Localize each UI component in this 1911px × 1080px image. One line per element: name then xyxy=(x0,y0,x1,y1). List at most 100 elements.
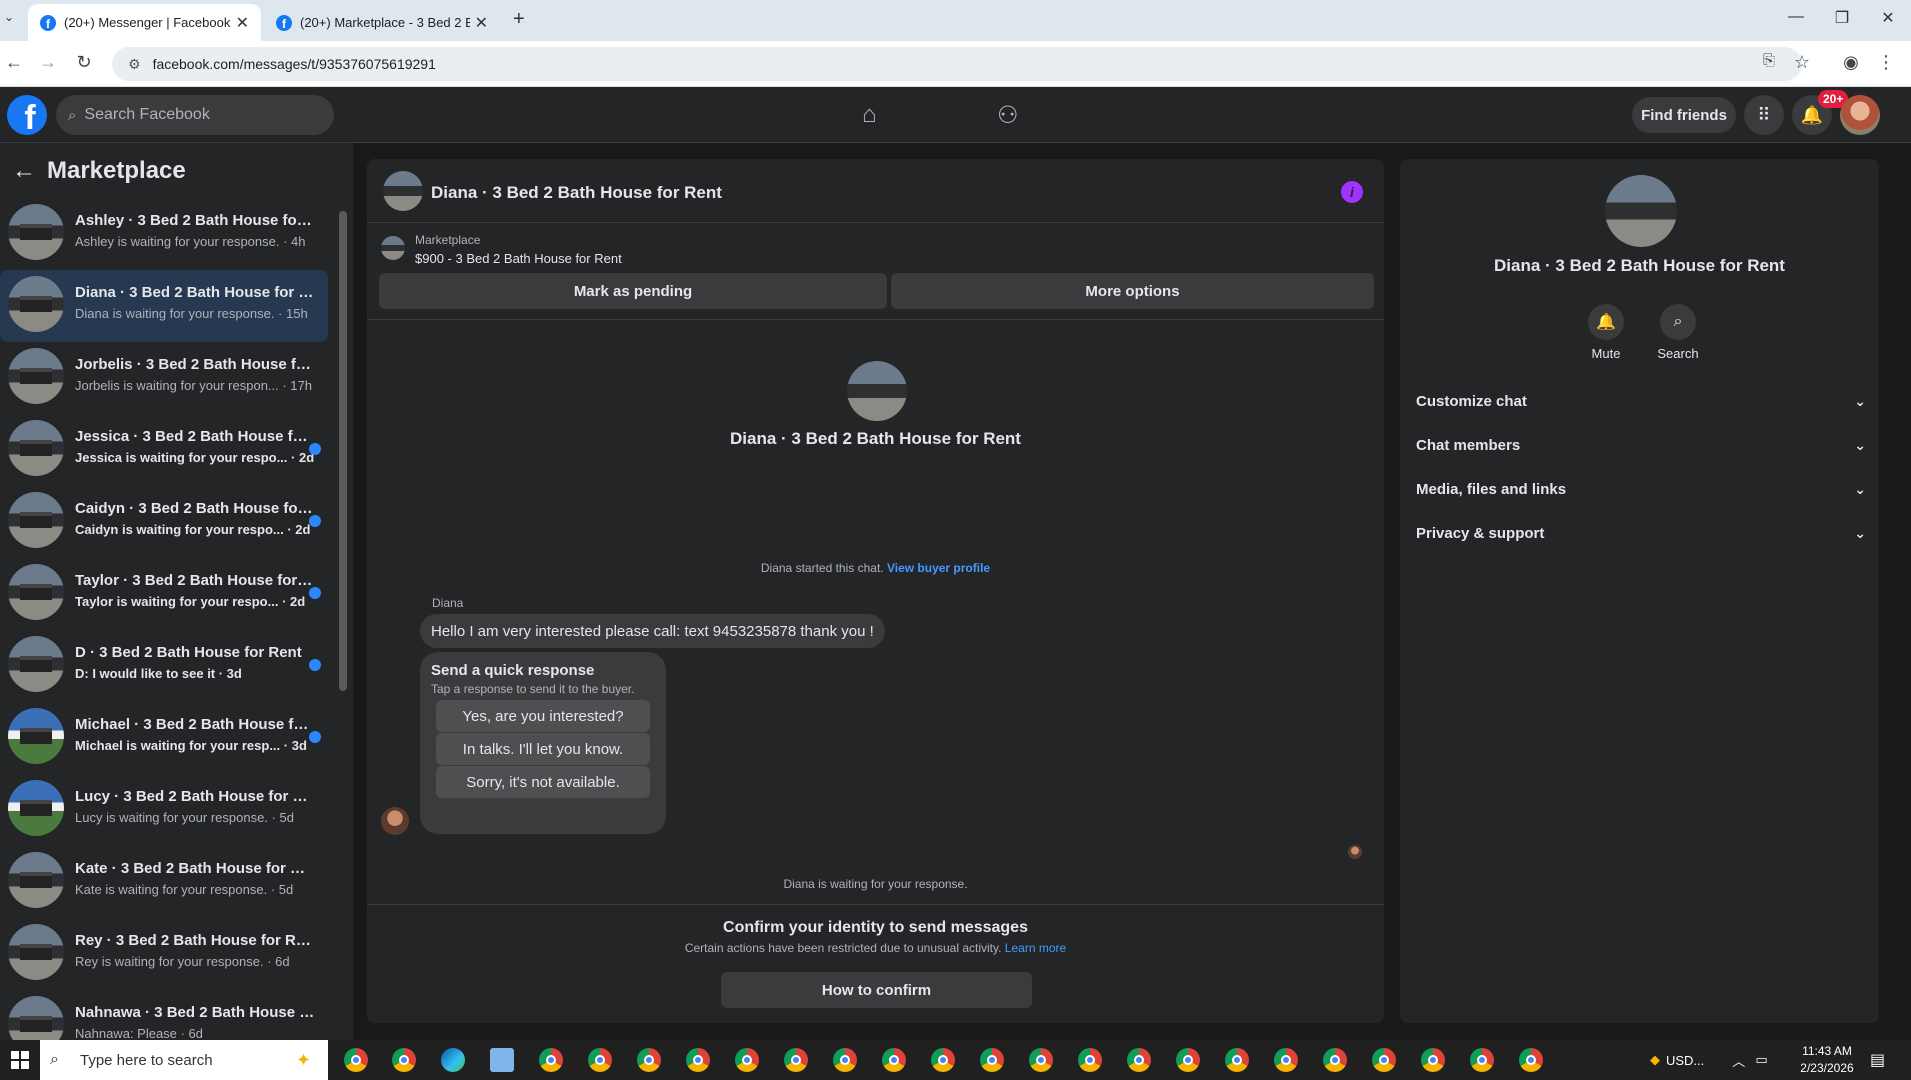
minimize-icon[interactable]: — xyxy=(1776,8,1816,26)
menu-dots-icon[interactable]: ⋮ xyxy=(1874,52,1898,73)
conversation-item[interactable]: Ashley · 3 Bed 2 Bath House for Rent Ashl… xyxy=(0,198,328,270)
taskbar-chrome-icon[interactable] xyxy=(1421,1048,1445,1072)
mark-as-pending-button[interactable]: Mark as pending xyxy=(379,273,887,309)
tab-list-chevron-icon[interactable]: ⌄ xyxy=(4,10,14,24)
conversation-item[interactable]: Rey · 3 Bed 2 Bath House for Rent Rey is … xyxy=(0,918,328,990)
currency-widget[interactable]: USD... xyxy=(1666,1053,1704,1068)
taskbar-chrome-icon[interactable] xyxy=(1372,1048,1396,1072)
section-label: Customize chat xyxy=(1416,392,1527,410)
taskbar-search-input[interactable]: ⌕ Type here to search ✦ xyxy=(40,1040,328,1080)
sender-avatar[interactable] xyxy=(381,807,409,835)
conversation-preview: Diana is waiting for your response. · 15… xyxy=(75,306,308,321)
conversation-item[interactable]: Jessica · 3 Bed 2 Bath House for Rent Jes… xyxy=(0,414,328,486)
taskbar-chrome-icon[interactable] xyxy=(833,1048,857,1072)
close-tab-icon[interactable]: ✕ xyxy=(475,13,488,33)
conversation-name: Caidyn · 3 Bed 2 Bath House for Rent xyxy=(75,500,315,517)
account-avatar[interactable] xyxy=(1840,95,1880,135)
home-icon[interactable]: ⌂ xyxy=(862,101,877,129)
profile-icon[interactable]: ◉ xyxy=(1839,52,1863,73)
taskbar-chrome-icon[interactable] xyxy=(980,1048,1004,1072)
learn-more-link[interactable]: Learn more xyxy=(1005,941,1066,955)
currency-widget-icon[interactable]: ◆ xyxy=(1650,1052,1660,1068)
customize-chat-section[interactable]: Customize chat ⌄ xyxy=(1416,383,1866,419)
taskbar-chrome-icon[interactable] xyxy=(1323,1048,1347,1072)
privacy-support-section[interactable]: Privacy & support ⌄ xyxy=(1416,515,1866,551)
tab-marketplace[interactable]: f (20+) Marketplace - 3 Bed 2 Ba ✕ xyxy=(264,4,500,41)
taskbar-chrome-icon[interactable] xyxy=(344,1048,368,1072)
taskbar-chrome-icon[interactable] xyxy=(1127,1048,1151,1072)
find-friends-button[interactable]: Find friends xyxy=(1632,97,1736,133)
listing-thumbnail[interactable] xyxy=(383,171,423,211)
forward-icon[interactable]: → xyxy=(36,52,60,73)
conversation-item[interactable]: Kate · 3 Bed 2 Bath House for Rent Kate i… xyxy=(0,846,328,918)
friends-icon[interactable]: ⚇ xyxy=(997,101,1019,130)
facebook-search-input[interactable]: ⌕ Search Facebook xyxy=(56,95,334,135)
conversation-item[interactable]: Jorbelis · 3 Bed 2 Bath House for Rent Jo… xyxy=(0,342,328,414)
listing-price-title[interactable]: $900 - 3 Bed 2 Bath House for Rent xyxy=(415,251,622,266)
taskbar-chrome-icon[interactable] xyxy=(784,1048,808,1072)
info-icon[interactable]: i xyxy=(1341,181,1363,203)
more-options-button[interactable]: More options xyxy=(891,273,1374,309)
message-bubble[interactable]: Hello I am very interested please call: … xyxy=(420,614,885,648)
taskbar-chrome-icon[interactable] xyxy=(686,1048,710,1072)
taskbar-chrome-icon[interactable] xyxy=(392,1048,416,1072)
taskbar-chrome-icon[interactable] xyxy=(931,1048,955,1072)
taskbar-chrome-icon[interactable] xyxy=(588,1048,612,1072)
conversation-item[interactable]: Caidyn · 3 Bed 2 Bath House for Rent Caid… xyxy=(0,486,328,558)
new-tab-icon[interactable]: + xyxy=(513,8,525,31)
taskbar-chrome-icon[interactable] xyxy=(735,1048,759,1072)
waiting-status: Diana is waiting for your response. xyxy=(783,877,968,891)
back-arrow-icon[interactable]: ← xyxy=(12,157,36,185)
close-tab-icon[interactable]: ✕ xyxy=(236,13,249,33)
taskbar-notes-icon[interactable] xyxy=(490,1048,514,1072)
taskbar-chrome-icon[interactable] xyxy=(1225,1048,1249,1072)
chat-title[interactable]: Diana · 3 Bed 2 Bath House for Rent xyxy=(431,183,722,203)
confirm-identity-title: Confirm your identity to send messages xyxy=(723,919,1028,936)
menu-grid-icon[interactable]: ⠿ xyxy=(1744,95,1784,135)
tab-messenger[interactable]: f (20+) Messenger | Facebook ✕ xyxy=(28,4,261,41)
media-files-links-section[interactable]: Media, files and links ⌄ xyxy=(1416,471,1866,507)
tray-chevron-icon[interactable]: ︿ xyxy=(1732,1051,1745,1070)
chevron-down-icon: ⌄ xyxy=(1854,480,1866,497)
taskbar-chrome-icon[interactable] xyxy=(1274,1048,1298,1072)
conversation-item[interactable]: Taylor · 3 Bed 2 Bath House for Rent Tayl… xyxy=(0,558,328,630)
taskbar-chrome-icon[interactable] xyxy=(1029,1048,1053,1072)
conversation-preview: Caidyn is waiting for your respo... · 2d xyxy=(75,522,311,537)
quick-reply-button[interactable]: In talks. I'll let you know. xyxy=(436,733,650,765)
how-to-confirm-button[interactable]: How to confirm xyxy=(721,972,1032,1008)
close-window-icon[interactable]: ✕ xyxy=(1868,8,1908,28)
conversation-item[interactable]: Michael · 3 Bed 2 Bath House for Rent Mic… xyxy=(0,702,328,774)
taskbar-chrome-icon[interactable] xyxy=(539,1048,563,1072)
reload-icon[interactable]: ↻ xyxy=(72,52,96,73)
taskbar-edge-icon[interactable] xyxy=(441,1048,465,1072)
conversation-item[interactable]: D · 3 Bed 2 Bath House for Rent D: I woul… xyxy=(0,630,328,702)
bookmark-star-icon[interactable]: ☆ xyxy=(1790,52,1814,73)
windows-start-icon[interactable] xyxy=(0,1040,40,1080)
bell-icon: 🔔 xyxy=(1588,304,1624,340)
back-icon[interactable]: ← xyxy=(2,52,26,73)
conversation-thumbnail xyxy=(8,348,64,404)
conversation-item[interactable]: Diana · 3 Bed 2 Bath House for Rent Diana… xyxy=(0,270,328,342)
taskbar-chrome-icon[interactable] xyxy=(1078,1048,1102,1072)
taskbar-chrome-icon[interactable] xyxy=(1176,1048,1200,1072)
install-icon[interactable]: ⎘ xyxy=(1757,52,1781,69)
taskbar-chrome-icon[interactable] xyxy=(1519,1048,1543,1072)
sidebar-scrollbar[interactable] xyxy=(339,211,347,691)
network-icon[interactable]: ▭ xyxy=(1755,1052,1767,1068)
url-input[interactable]: ⚙ facebook.com/messages/t/93537607561929… xyxy=(112,47,1802,81)
taskbar-clock[interactable]: 11:43 AM 2/23/2026 xyxy=(1792,1043,1862,1077)
chat-members-section[interactable]: Chat members ⌄ xyxy=(1416,427,1866,463)
taskbar-chrome-icon[interactable] xyxy=(1470,1048,1494,1072)
search-chat-button[interactable]: ⌕ Search xyxy=(1648,304,1708,361)
site-settings-icon[interactable]: ⚙ xyxy=(128,56,141,73)
view-buyer-profile-link[interactable]: View buyer profile xyxy=(887,561,990,575)
notifications-center-icon[interactable]: ▤ xyxy=(1870,1050,1885,1070)
quick-reply-button[interactable]: Sorry, it's not available. xyxy=(436,766,650,798)
facebook-logo-icon[interactable]: f xyxy=(7,95,47,135)
mute-button[interactable]: 🔔 Mute xyxy=(1576,304,1636,361)
taskbar-chrome-icon[interactable] xyxy=(882,1048,906,1072)
restore-icon[interactable]: ❐ xyxy=(1822,8,1862,28)
conversation-item[interactable]: Lucy · 3 Bed 2 Bath House for Rent Lucy i… xyxy=(0,774,328,846)
taskbar-chrome-icon[interactable] xyxy=(637,1048,661,1072)
quick-reply-button[interactable]: Yes, are you interested? xyxy=(436,700,650,732)
